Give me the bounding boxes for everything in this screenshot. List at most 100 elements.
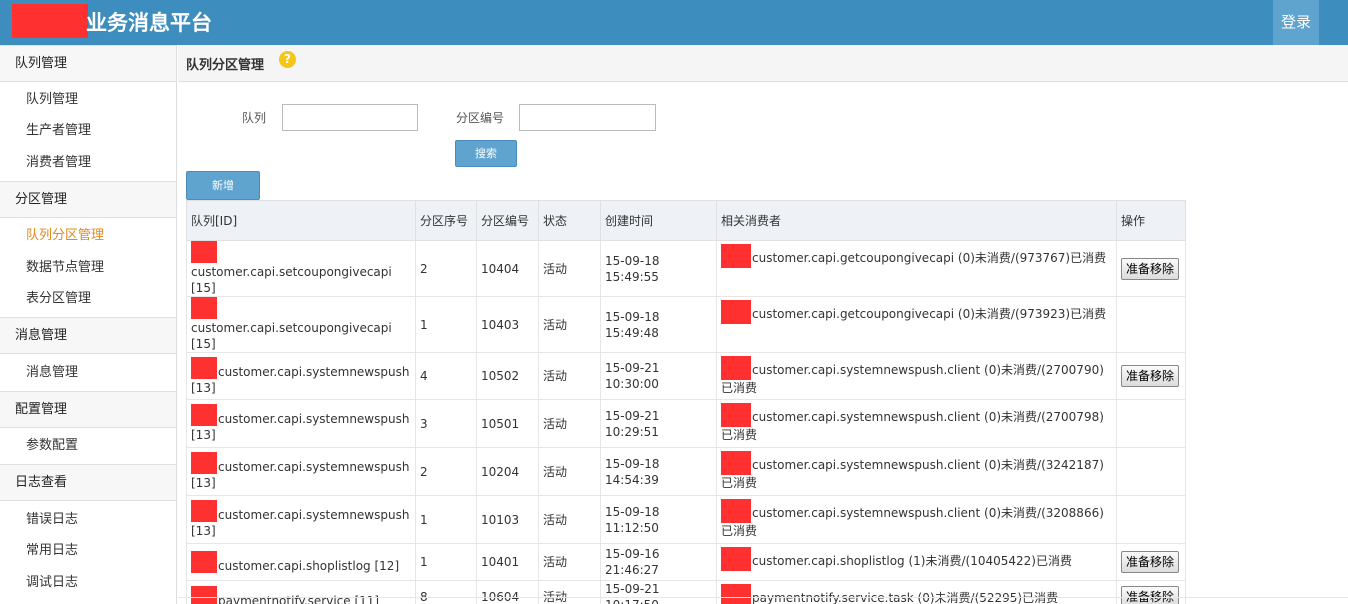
sidebar-item-param-config[interactable]: 参数配置 <box>26 436 78 456</box>
status-cell: 活动 <box>538 240 601 297</box>
redacted-block <box>191 404 217 426</box>
seq-cell: 2 <box>415 240 477 297</box>
sidebar-item-message-manage[interactable]: 消息管理 <box>26 363 78 383</box>
sidebar-item-queue-partition[interactable]: 队列分区管理 <box>26 226 104 246</box>
partition-cell: 10502 <box>476 352 539 400</box>
help-icon[interactable]: ? <box>279 51 296 68</box>
op-cell: 准备移除 <box>1116 543 1186 581</box>
top-header: 业务消息平台 登录 <box>0 0 1348 45</box>
consumer-cell: customer.capi.systemnewspush.client (0)未… <box>716 352 1117 400</box>
status-cell: 活动 <box>538 296 601 353</box>
status-cell: 活动 <box>538 447 601 496</box>
redacted-block <box>191 356 217 379</box>
partition-cell: 10103 <box>476 495 539 544</box>
op-cell <box>1116 447 1186 496</box>
consumer-cell: customer.capi.getcoupongivecapi (0)未消费/(… <box>716 296 1117 353</box>
partition-cell: 10401 <box>476 543 539 581</box>
queue-cell[interactable]: customer.capi.setcoupongivecapi [15] <box>186 240 416 297</box>
sidebar-group-partition[interactable]: 分区管理 <box>0 181 176 218</box>
op-cell <box>1116 495 1186 544</box>
created-cell: 15-09-18 15:49:55 <box>600 240 717 297</box>
prepare-remove-button[interactable]: 准备移除 <box>1121 365 1179 387</box>
search-button[interactable]: 搜索 <box>455 140 517 167</box>
queue-cell[interactable]: customer.capi.systemnewspush [13] <box>186 495 416 544</box>
queue-input[interactable] <box>282 104 418 131</box>
queue-cell[interactable]: customer.capi.systemnewspush [13] <box>186 352 416 400</box>
add-button[interactable]: 新增 <box>186 171 260 200</box>
table-row: customer.capi.systemnewspush [13] 2 10204… <box>186 447 1186 496</box>
redacted-block <box>191 452 217 474</box>
op-cell <box>1116 296 1186 353</box>
queue-cell[interactable]: customer.capi.systemnewspush [13] <box>186 399 416 448</box>
queue-cell[interactable]: customer.capi.shoplistlog [12] <box>186 543 416 581</box>
sidebar-group-queue[interactable]: 队列管理 <box>0 45 176 82</box>
seq-cell: 4 <box>415 352 477 400</box>
op-cell: 准备移除 <box>1116 352 1186 400</box>
sidebar-item-error-log[interactable]: 错误日志 <box>26 510 78 530</box>
sidebar-item-producer-manage[interactable]: 生产者管理 <box>26 121 91 141</box>
created-cell: 15-09-16 21:46:27 <box>600 543 717 581</box>
app-title: 业务消息平台 <box>86 11 212 35</box>
col-created: 创建时间 <box>600 200 717 241</box>
redacted-block <box>721 244 751 268</box>
partition-cell: 10403 <box>476 296 539 353</box>
redacted-block <box>191 500 217 522</box>
status-cell: 活动 <box>538 399 601 448</box>
consumer-cell: customer.capi.systemnewspush.client (0)未… <box>716 447 1117 496</box>
redacted-block <box>721 300 751 324</box>
seq-cell: 1 <box>415 296 477 353</box>
created-cell: 15-09-18 11:12:50 <box>600 495 717 544</box>
table-row: customer.capi.setcoupongivecapi [15] 2 10… <box>186 240 1186 297</box>
op-cell: 准备移除 <box>1116 240 1186 297</box>
seq-cell: 2 <box>415 447 477 496</box>
status-cell: 活动 <box>538 495 601 544</box>
sidebar: 队列管理 队列管理 生产者管理 消费者管理 分区管理 队列分区管理 数据节点管理… <box>0 45 177 604</box>
sidebar-group-logs[interactable]: 日志查看 <box>0 464 176 501</box>
sidebar-item-queue-manage[interactable]: 队列管理 <box>26 90 78 110</box>
bottom-divider <box>178 597 1348 604</box>
table-header-row: 队列[ID] 分区序号 分区编号 状态 创建时间 相关消费者 操作 <box>186 200 1186 241</box>
created-cell: 15-09-18 15:49:48 <box>600 296 717 353</box>
queue-cell[interactable]: customer.capi.systemnewspush [13] <box>186 447 416 496</box>
seq-cell: 3 <box>415 399 477 448</box>
redacted-block <box>721 547 751 571</box>
table-row: customer.capi.setcoupongivecapi [15] 1 10… <box>186 296 1186 353</box>
page-header: 队列分区管理 ? <box>178 45 1348 82</box>
status-cell: 活动 <box>538 352 601 400</box>
seq-cell: 1 <box>415 495 477 544</box>
sidebar-item-table-partition[interactable]: 表分区管理 <box>26 289 91 309</box>
redacted-block <box>191 297 217 319</box>
col-seq: 分区序号 <box>415 200 477 241</box>
partition-cell: 10204 <box>476 447 539 496</box>
table-row: customer.capi.systemnewspush [13] 3 10501… <box>186 399 1186 448</box>
partition-cell: 10501 <box>476 399 539 448</box>
queue-cell[interactable]: customer.capi.setcoupongivecapi [15] <box>186 296 416 353</box>
consumer-cell: customer.capi.systemnewspush.client (0)未… <box>716 399 1117 448</box>
consumer-cell: customer.capi.getcoupongivecapi (0)未消费/(… <box>716 240 1117 297</box>
sidebar-group-config[interactable]: 配置管理 <box>0 391 176 428</box>
sidebar-item-debug-log[interactable]: 调试日志 <box>26 573 78 593</box>
partition-number-label: 分区编号 <box>456 111 505 125</box>
sidebar-group-message[interactable]: 消息管理 <box>0 317 176 354</box>
col-queue-id: 队列[ID] <box>186 200 416 241</box>
prepare-remove-button[interactable]: 准备移除 <box>1121 257 1179 280</box>
redacted-block <box>721 451 751 475</box>
table-row: customer.capi.shoplistlog [12] 1 10401 活… <box>186 543 1186 581</box>
partition-cell: 10404 <box>476 240 539 297</box>
redacted-block <box>721 356 751 380</box>
created-cell: 15-09-18 14:54:39 <box>600 447 717 496</box>
created-cell: 15-09-21 10:29:51 <box>600 399 717 448</box>
partition-number-input[interactable] <box>519 104 656 131</box>
sidebar-item-common-log[interactable]: 常用日志 <box>26 541 78 561</box>
redacted-logo <box>12 4 88 38</box>
sidebar-item-data-node[interactable]: 数据节点管理 <box>26 258 104 278</box>
page-title: 队列分区管理 <box>186 58 265 73</box>
login-button[interactable]: 登录 <box>1273 0 1319 45</box>
col-operation: 操作 <box>1116 200 1186 241</box>
prepare-remove-button[interactable]: 准备移除 <box>1121 551 1179 573</box>
status-cell: 活动 <box>538 543 601 581</box>
table-row: customer.capi.systemnewspush [13] 4 10502… <box>186 352 1186 400</box>
sidebar-item-consumer-manage[interactable]: 消费者管理 <box>26 153 91 173</box>
col-partition: 分区编号 <box>476 200 539 241</box>
created-cell: 15-09-21 10:30:00 <box>600 352 717 400</box>
